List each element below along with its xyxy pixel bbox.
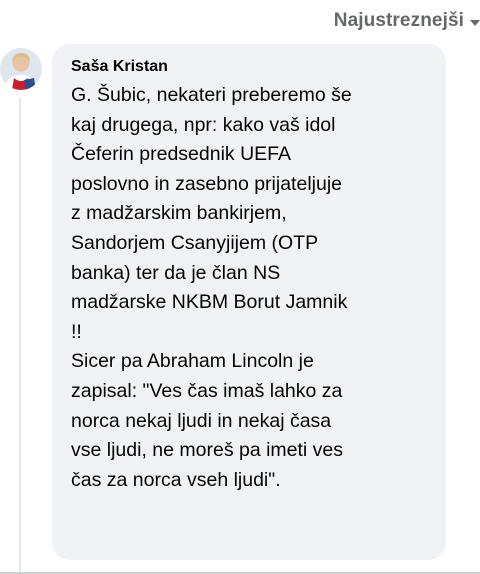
comment-bubble: Saša Kristan G. Šubic, nekateri preberem… bbox=[52, 44, 446, 560]
comment-text: G. Šubic, nekateri preberemo še kaj drug… bbox=[71, 84, 352, 491]
sort-label: Najustreznejši bbox=[333, 10, 464, 31]
comment-thread: Najustreznejši Saša Kristan G. Šubic, ne… bbox=[0, 0, 480, 574]
caret-down-icon bbox=[470, 19, 480, 26]
comment-author[interactable]: Saša Kristan bbox=[71, 57, 434, 77]
thread-line bbox=[19, 98, 21, 574]
sort-dropdown[interactable]: Najustreznejši bbox=[334, 6, 480, 36]
avatar-photo bbox=[0, 48, 42, 90]
avatar[interactable] bbox=[0, 48, 42, 90]
